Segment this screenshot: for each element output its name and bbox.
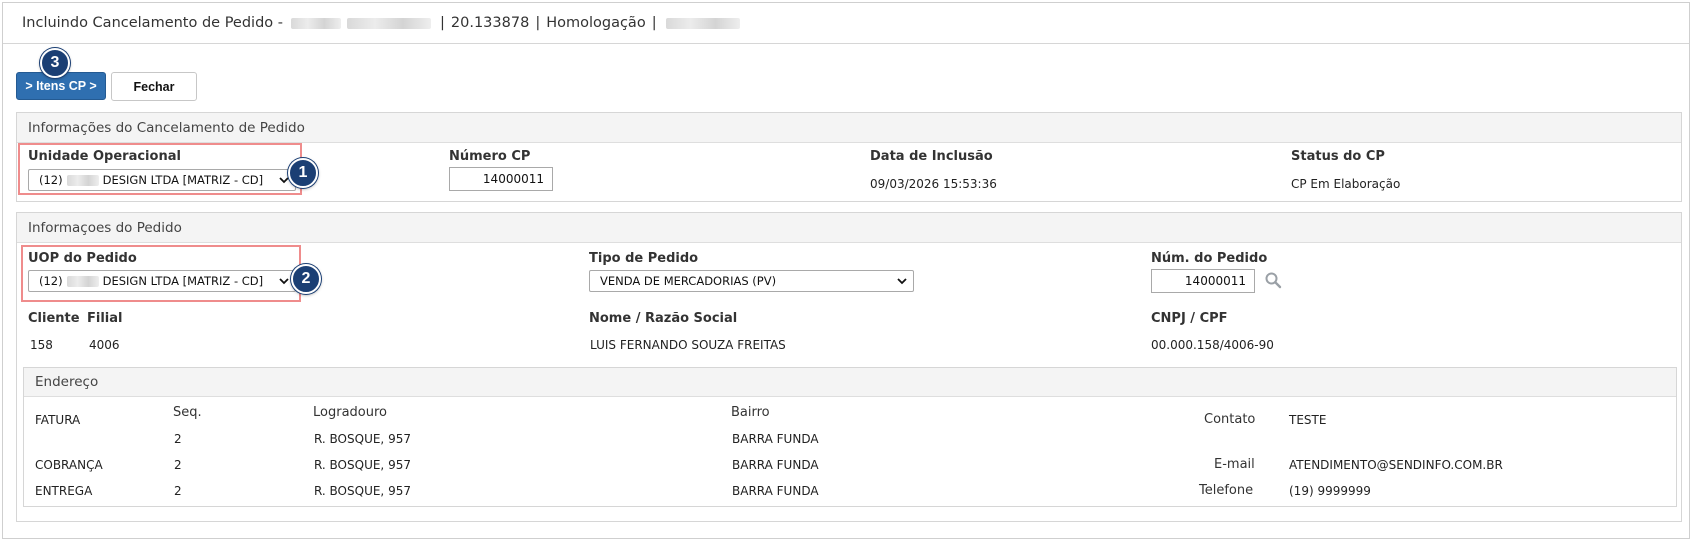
email-value: ATENDIMENTO@SENDINFO.COM.BR	[1289, 458, 1503, 472]
chevron-down-icon	[897, 278, 907, 285]
tipo-pedido-select[interactable]: VENDA DE MERCADORIAS (PV)	[589, 270, 914, 292]
endereco-section-title: Endereço	[24, 368, 1676, 397]
cancelamento-section-title: Informações do Cancelamento de Pedido	[17, 113, 1681, 143]
telefone-label: Telefone	[1199, 483, 1254, 498]
status-cp-label: Status do CP	[1291, 149, 1385, 164]
redacted-text	[291, 17, 341, 29]
redacted-text	[665, 17, 740, 29]
title-separator: |	[535, 15, 541, 31]
title-code: 20.133878	[450, 15, 530, 31]
filial-label: Filial	[87, 311, 123, 326]
filial-value: 4006	[89, 338, 120, 352]
uop-value-prefix: (12)	[39, 274, 63, 288]
address-bairro: BARRA FUNDA	[732, 484, 819, 498]
address-type: ENTREGA	[35, 484, 93, 498]
step-badge-2: 2	[291, 264, 321, 294]
title-env: Homologação	[546, 15, 646, 31]
tipo-pedido-label: Tipo de Pedido	[589, 251, 699, 266]
cliente-value: 158	[30, 338, 53, 352]
window-title: Incluindo Cancelamento de Pedido - | 20.…	[3, 3, 1689, 44]
bairro-header: Bairro	[731, 405, 770, 420]
seq-header: Seq.	[173, 405, 202, 420]
num-pedido-field[interactable]: 14000011	[1151, 269, 1255, 293]
uop-value-suffix: DESIGN LTDA [MATRIZ - CD]	[102, 274, 264, 288]
chevron-down-icon	[279, 278, 289, 285]
unidade-select[interactable]: (12) DESIGN LTDA [MATRIZ - CD]	[28, 169, 296, 191]
title-separator: |	[440, 15, 445, 31]
address-type: COBRANÇA	[35, 458, 103, 472]
title-separator: |	[651, 15, 657, 31]
search-icon[interactable]	[1264, 271, 1282, 289]
address-logradouro: R. BOSQUE, 957	[314, 458, 411, 472]
address-seq: 2	[174, 432, 182, 446]
logradouro-header: Logradouro	[313, 405, 387, 420]
contato-label: Contato	[1204, 412, 1256, 427]
cnpj-label: CNPJ / CPF	[1151, 311, 1228, 326]
step-badge-3: 3	[40, 48, 70, 78]
numero-cp-field[interactable]: 14000011	[449, 167, 553, 191]
uop-select[interactable]: (12) DESIGN LTDA [MATRIZ - CD]	[28, 270, 296, 292]
address-logradouro: R. BOSQUE, 957	[314, 432, 411, 446]
unidade-value-suffix: DESIGN LTDA [MATRIZ - CD]	[102, 173, 264, 187]
address-logradouro: R. BOSQUE, 957	[314, 484, 411, 498]
address-bairro: BARRA FUNDA	[732, 458, 819, 472]
address-seq: 2	[174, 458, 182, 472]
cliente-label: Cliente	[28, 311, 80, 326]
tipo-pedido-value: VENDA DE MERCADORIAS (PV)	[600, 274, 777, 288]
cnpj-value: 00.000.158/4006-90	[1151, 338, 1274, 352]
status-cp-value: CP Em Elaboração	[1291, 177, 1401, 191]
telefone-value: (19) 9999999	[1289, 484, 1371, 498]
title-prefix: Incluindo Cancelamento de Pedido -	[22, 15, 283, 31]
fechar-button[interactable]: Fechar	[111, 72, 197, 101]
address-type: FATURA	[35, 413, 81, 427]
step-badge-1: 1	[288, 158, 318, 188]
data-inclusao-label: Data de Inclusão	[870, 149, 993, 164]
email-label: E-mail	[1214, 457, 1255, 472]
data-inclusao-value: 09/03/2026 15:53:36	[870, 177, 997, 191]
unidade-value-prefix: (12)	[39, 173, 63, 187]
contato-value: TESTE	[1289, 413, 1327, 427]
num-pedido-label: Núm. do Pedido	[1151, 251, 1268, 266]
pedido-section-title: Informaçoes do Pedido	[17, 213, 1681, 243]
redacted-text	[347, 17, 431, 29]
redacted-text	[66, 174, 99, 186]
unidade-label: Unidade Operacional	[28, 149, 181, 164]
address-seq: 2	[174, 484, 182, 498]
endereco-panel: Endereço	[23, 367, 1677, 507]
uop-label: UOP do Pedido	[28, 251, 137, 266]
nome-value: LUIS FERNANDO SOUZA FREITAS	[590, 338, 786, 352]
redacted-text	[66, 275, 99, 287]
numero-cp-label: Número CP	[449, 149, 531, 164]
nome-label: Nome / Razão Social	[589, 311, 738, 326]
address-bairro: BARRA FUNDA	[732, 432, 819, 446]
